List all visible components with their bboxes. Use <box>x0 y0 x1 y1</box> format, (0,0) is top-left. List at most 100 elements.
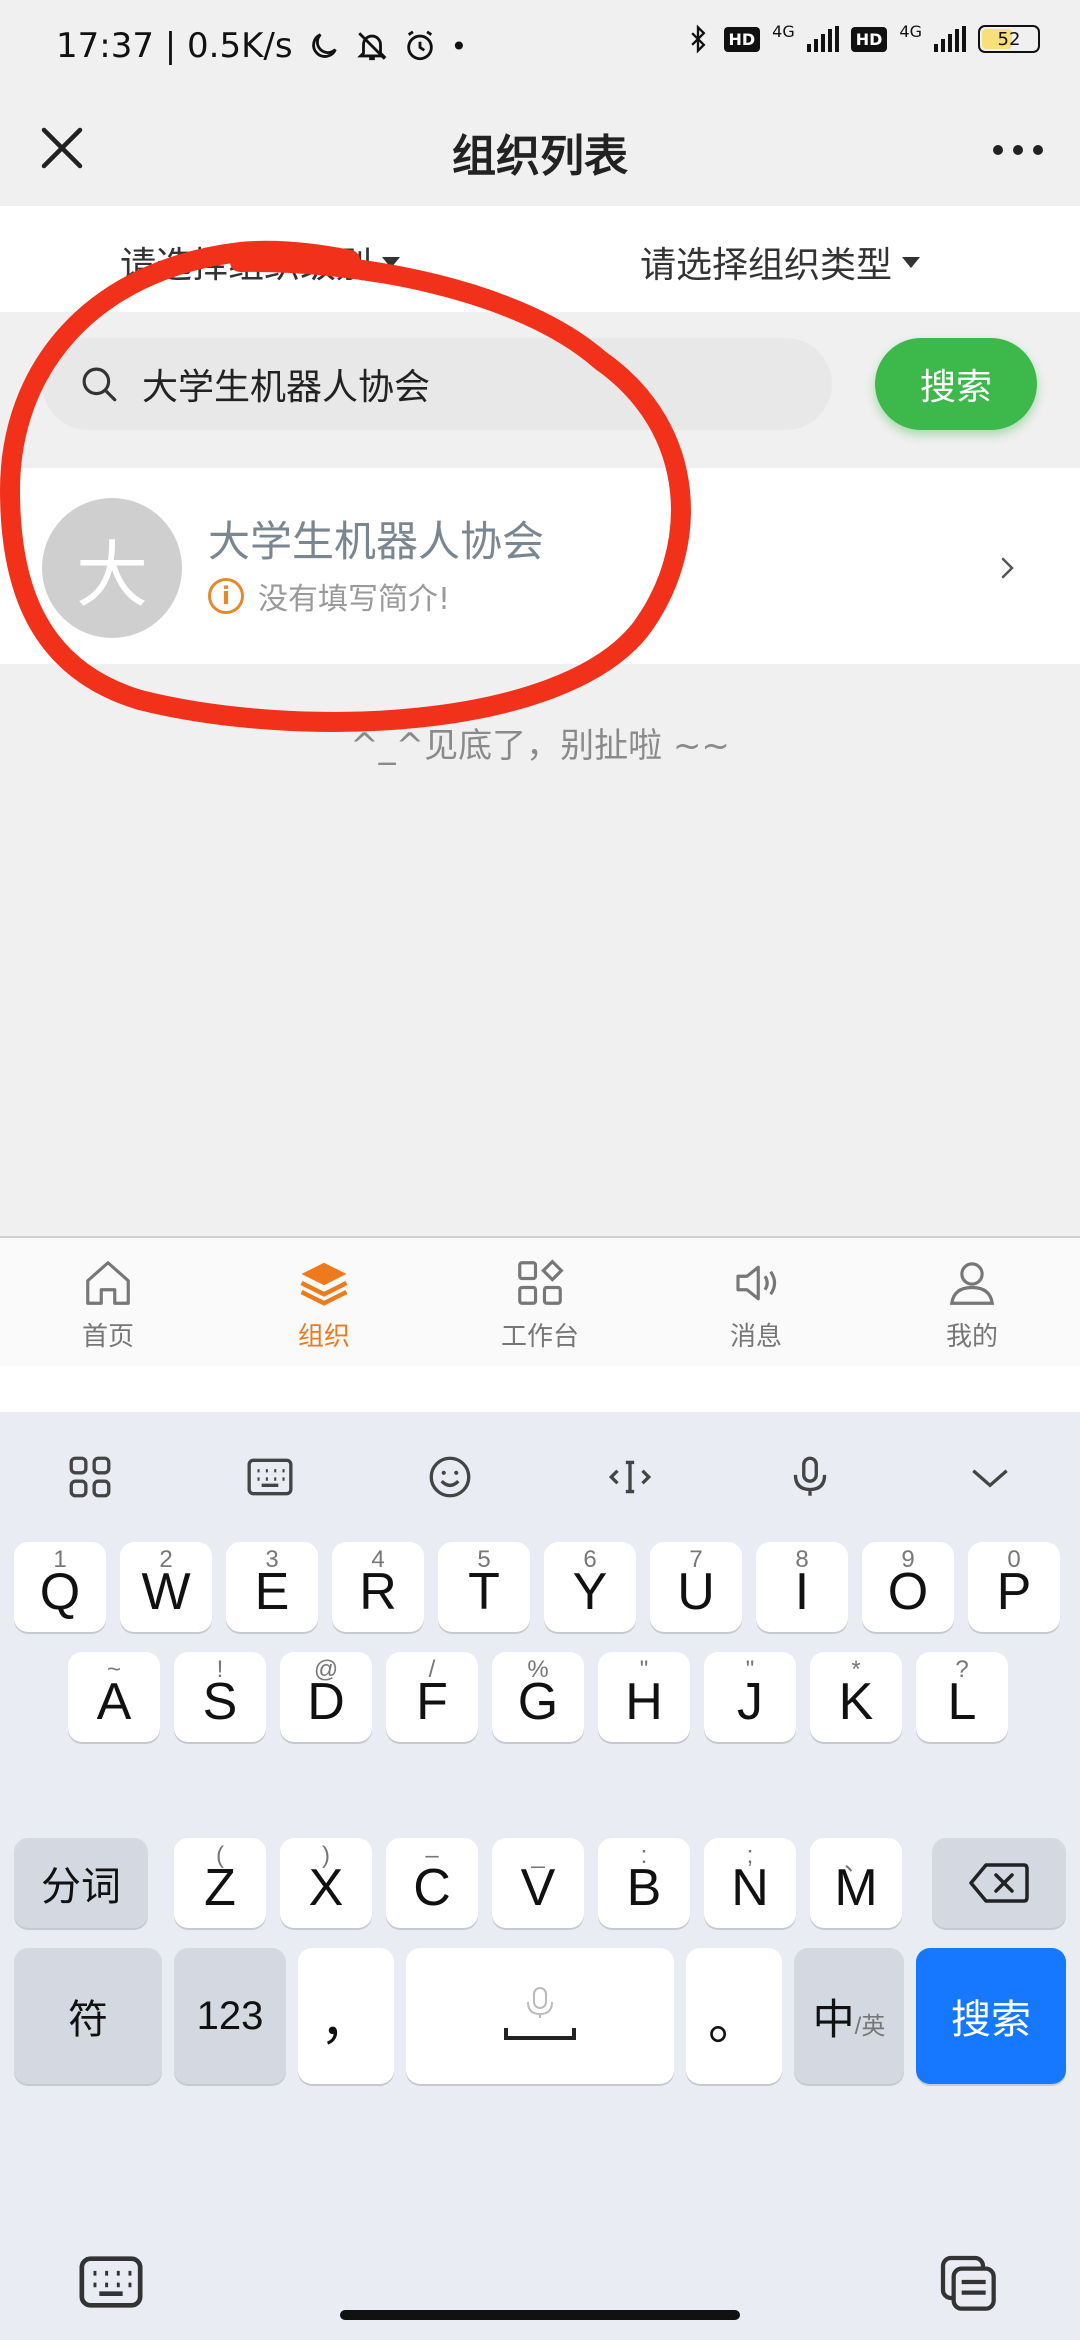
caret-down-icon <box>902 256 921 268</box>
key-period[interactable]: 。 <box>686 1948 782 2084</box>
filter-bar: 请选择组织级别 请选择组织类型 <box>0 206 1080 312</box>
layers-icon <box>300 1262 348 1306</box>
tab-label: 我的 <box>945 1322 998 1352</box>
search-area: 搜索 <box>0 312 1080 462</box>
avatar: 大 <box>42 498 182 638</box>
more-icon[interactable] <box>986 118 1050 182</box>
key-lang-switch[interactable]: 中/英 <box>794 1948 904 2084</box>
list-item[interactable]: 大 大学生机器人协会 i 没有填写简介! <box>0 468 1080 664</box>
search-button[interactable]: 搜索 <box>875 338 1037 430</box>
key-j[interactable]: " J <box>704 1652 796 1742</box>
key-e[interactable]: 3E <box>226 1542 318 1632</box>
bottom-tab-bar: 首页 组织 工作台 消息 我的 <box>0 1236 1080 1366</box>
keyboard-gap <box>0 1366 1080 1412</box>
key-s[interactable]: ! S <box>174 1652 266 1742</box>
tab-messages[interactable]: 消息 <box>648 1238 864 1366</box>
key-secondary-label: ~ <box>106 1656 121 1683</box>
key-l[interactable]: ? L <box>916 1652 1008 1742</box>
key-secondary-label: * <box>851 1656 861 1683</box>
keyboard-bottom-bar <box>0 2222 1080 2340</box>
key-m[interactable]: 、 M <box>810 1838 902 1928</box>
key-search[interactable]: 搜索 <box>916 1948 1066 2084</box>
key-y[interactable]: 6Y <box>544 1542 636 1632</box>
grid-icon <box>518 1259 564 1305</box>
network-type: 4G <box>772 22 795 41</box>
org-description-text: 没有填写简介! <box>258 582 451 617</box>
key-i[interactable]: 8I <box>756 1542 848 1632</box>
key-secondary-label: @ <box>313 1656 339 1683</box>
key-secondary-label: 1 <box>53 1546 67 1573</box>
key-d[interactable]: @ D <box>280 1652 372 1742</box>
key-secondary-label: 、 <box>844 1849 868 1876</box>
key-secondary-label: 3 <box>265 1546 279 1573</box>
key-secondary-label: : <box>640 1842 648 1869</box>
key-secondary-label: 4 <box>371 1546 385 1573</box>
key-backspace[interactable] <box>932 1838 1066 1928</box>
key-q[interactable]: 1Q <box>14 1542 106 1632</box>
key-r[interactable]: 4R <box>332 1542 424 1632</box>
key-symbols[interactable]: 符 <box>14 1948 162 2084</box>
key-f[interactable]: / F <box>386 1652 478 1742</box>
keyboard-switch-icon[interactable] <box>76 2252 146 2312</box>
level-filter-dropdown[interactable]: 请选择组织级别 <box>120 236 401 288</box>
key-fenci[interactable]: 分词 <box>14 1838 148 1928</box>
key-a[interactable]: ~ A <box>68 1652 160 1742</box>
page-title: 组织列表 <box>452 131 628 182</box>
type-filter-dropdown[interactable]: 请选择组织类型 <box>640 236 921 288</box>
key-space[interactable] <box>406 1948 674 2084</box>
key-secondary-label: ( <box>216 1842 224 1869</box>
info-icon: i <box>208 578 244 614</box>
key-t[interactable]: 5T <box>438 1542 530 1632</box>
battery-level: 52 <box>997 28 1021 50</box>
clipboard-icon[interactable] <box>934 2250 1000 2314</box>
tab-home[interactable]: 首页 <box>0 1238 216 1366</box>
keyboard-layout-icon[interactable] <box>240 1447 300 1507</box>
tab-profile[interactable]: 我的 <box>864 1238 1080 1366</box>
key-g[interactable]: % G <box>492 1652 584 1742</box>
soft-keyboard: 1Q2W3E4R5T6Y7U8I9O0P ~ A! S @ D / F% G " H " J * K? L … <box>0 1412 1080 2340</box>
key-secondary-label: 6 <box>583 1546 597 1573</box>
key-123[interactable]: 123 <box>174 1948 286 2084</box>
tab-workbench[interactable]: 工作台 <box>432 1238 648 1366</box>
caret-down-icon <box>382 256 401 268</box>
collapse-keyboard-icon[interactable] <box>960 1447 1020 1507</box>
key-k[interactable]: * K <box>810 1652 902 1742</box>
key-p[interactable]: 0P <box>968 1542 1060 1632</box>
key-secondary-label: 8 <box>795 1546 809 1573</box>
key-u[interactable]: 7U <box>650 1542 742 1632</box>
key-x[interactable]: ) X <box>280 1838 372 1928</box>
backspace-icon <box>969 1863 1029 1903</box>
key-n[interactable]: ; N <box>704 1838 796 1928</box>
home-indicator[interactable] <box>340 2310 740 2320</box>
speaker-icon <box>736 1265 777 1301</box>
tab-organization[interactable]: 组织 <box>216 1238 432 1366</box>
key-b[interactable]: :B <box>598 1838 690 1928</box>
key-z[interactable]: (Z <box>174 1838 266 1928</box>
key-secondary-label: ; <box>746 1842 754 1869</box>
key-secondary-label: 5 <box>477 1546 491 1573</box>
apps-icon[interactable] <box>60 1447 120 1507</box>
chevron-right-icon <box>1001 557 1014 579</box>
tab-label: 消息 <box>729 1322 782 1352</box>
key-w[interactable]: 2W <box>120 1542 212 1632</box>
emoji-icon[interactable] <box>420 1447 480 1507</box>
key-h[interactable]: " H <box>598 1652 690 1742</box>
signal-icon <box>806 26 839 52</box>
key-comma[interactable]: ， <box>298 1948 394 2084</box>
microphone-icon[interactable] <box>780 1447 840 1507</box>
key-secondary-label: % <box>527 1656 549 1683</box>
search-box[interactable] <box>42 338 832 430</box>
key-c[interactable]: – C <box>386 1838 478 1928</box>
level-filter-label: 请选择组织级别 <box>120 245 373 286</box>
key-secondary-label: ? <box>955 1656 969 1683</box>
key-o[interactable]: 9O <box>862 1542 954 1632</box>
space-mic-icon <box>504 1987 576 2040</box>
hd-badge-2: HD <box>850 26 888 52</box>
key-secondary-label: ) <box>322 1842 330 1869</box>
key-secondary-label: " <box>745 1656 755 1683</box>
user-icon <box>949 1262 995 1305</box>
key-secondary-label: " <box>639 1656 649 1683</box>
cursor-icon[interactable] <box>600 1447 660 1507</box>
search-input[interactable] <box>142 363 762 405</box>
key-v[interactable]: _ V <box>492 1838 584 1928</box>
